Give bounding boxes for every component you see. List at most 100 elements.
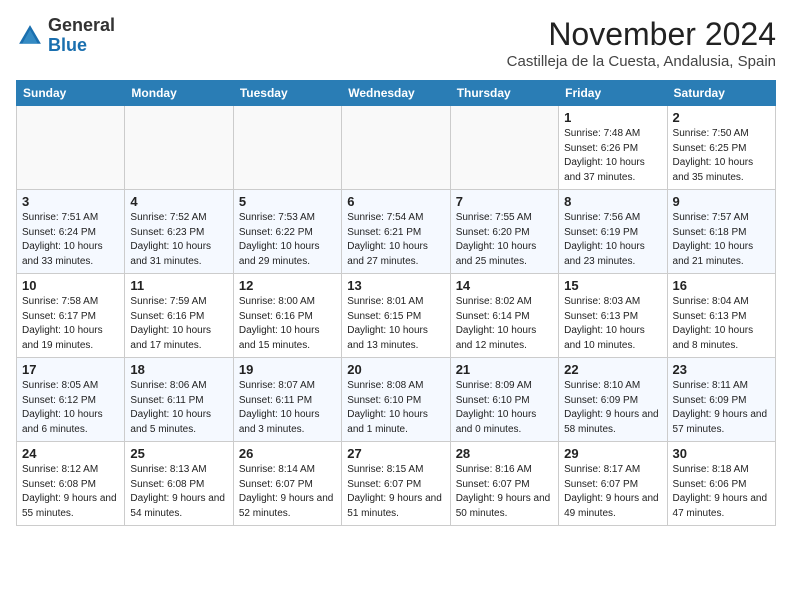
day-info: Sunrise: 8:01 AMSunset: 6:15 PMDaylight:… — [347, 295, 444, 353]
calendar-cell: 2 Sunrise: 7:50 AMSunset: 6:25 PMDaylight… — [667, 106, 775, 190]
day-info: Sunrise: 8:12 AMSunset: 6:08 PMDaylight:… — [22, 463, 119, 521]
day-info: Sunrise: 8:07 AMSunset: 6:11 PMDaylight:… — [239, 379, 336, 437]
day-info: Sunrise: 7:52 AMSunset: 6:23 PMDaylight:… — [130, 211, 227, 269]
day-info: Sunrise: 8:03 AMSunset: 6:13 PMDaylight:… — [564, 295, 661, 353]
calendar-cell: 30 Sunrise: 8:18 AMSunset: 6:06 PMDayligh… — [667, 442, 775, 526]
day-number: 11 — [130, 278, 227, 293]
day-number: 1 — [564, 110, 661, 125]
weekday-header-friday: Friday — [559, 81, 667, 106]
day-number: 17 — [22, 362, 119, 377]
day-number: 4 — [130, 194, 227, 209]
weekday-header-thursday: Thursday — [450, 81, 558, 106]
calendar-week-4: 17 Sunrise: 8:05 AMSunset: 6:12 PMDayligh… — [17, 358, 776, 442]
day-number: 12 — [239, 278, 336, 293]
calendar-week-2: 3 Sunrise: 7:51 AMSunset: 6:24 PMDaylight… — [17, 190, 776, 274]
calendar-cell: 4 Sunrise: 7:52 AMSunset: 6:23 PMDaylight… — [125, 190, 233, 274]
calendar-cell: 29 Sunrise: 8:17 AMSunset: 6:07 PMDayligh… — [559, 442, 667, 526]
weekday-header-monday: Monday — [125, 81, 233, 106]
day-info: Sunrise: 8:14 AMSunset: 6:07 PMDaylight:… — [239, 463, 336, 521]
day-number: 3 — [22, 194, 119, 209]
day-info: Sunrise: 7:53 AMSunset: 6:22 PMDaylight:… — [239, 211, 336, 269]
weekday-header-wednesday: Wednesday — [342, 81, 450, 106]
day-number: 2 — [673, 110, 770, 125]
calendar-cell: 11Sunrise: 7:59 AMSunset: 6:16 PMDayligh… — [125, 274, 233, 358]
day-info: Sunrise: 8:04 AMSunset: 6:13 PMDaylight:… — [673, 295, 770, 353]
calendar-cell: 6Sunrise: 7:54 AMSunset: 6:21 PMDaylight… — [342, 190, 450, 274]
day-number: 13 — [347, 278, 444, 293]
calendar-cell: 5Sunrise: 7:53 AMSunset: 6:22 PMDaylight… — [233, 190, 341, 274]
calendar-cell: 24 Sunrise: 8:12 AMSunset: 6:08 PMDayligh… — [17, 442, 125, 526]
day-info: Sunrise: 7:54 AMSunset: 6:21 PMDaylight:… — [347, 211, 444, 269]
day-info: Sunrise: 8:15 AMSunset: 6:07 PMDaylight:… — [347, 463, 444, 521]
calendar-cell: 25Sunrise: 8:13 AMSunset: 6:08 PMDayligh… — [125, 442, 233, 526]
day-info: Sunrise: 8:05 AMSunset: 6:12 PMDaylight:… — [22, 379, 119, 437]
calendar-cell: 9 Sunrise: 7:57 AMSunset: 6:18 PMDaylight… — [667, 190, 775, 274]
calendar-cell: 7 Sunrise: 7:55 AMSunset: 6:20 PMDaylight… — [450, 190, 558, 274]
day-number: 26 — [239, 446, 336, 461]
calendar-cell — [450, 106, 558, 190]
day-number: 29 — [564, 446, 661, 461]
day-number: 8 — [564, 194, 661, 209]
day-info: Sunrise: 8:10 AMSunset: 6:09 PMDaylight:… — [564, 379, 661, 437]
calendar-cell — [342, 106, 450, 190]
day-number: 23 — [673, 362, 770, 377]
day-number: 24 — [22, 446, 119, 461]
location-subtitle: Castilleja de la Cuesta, Andalusia, Spai… — [507, 53, 776, 70]
day-info: Sunrise: 7:50 AMSunset: 6:25 PMDaylight:… — [673, 127, 770, 185]
day-info: Sunrise: 7:55 AMSunset: 6:20 PMDaylight:… — [456, 211, 553, 269]
day-info: Sunrise: 7:58 AMSunset: 6:17 PMDaylight:… — [22, 295, 119, 353]
logo-icon — [16, 22, 44, 50]
calendar-cell: 3 Sunrise: 7:51 AMSunset: 6:24 PMDaylight… — [17, 190, 125, 274]
calendar-week-1: 1 Sunrise: 7:48 AMSunset: 6:26 PMDaylight… — [17, 106, 776, 190]
calendar-cell: 8Sunrise: 7:56 AMSunset: 6:19 PMDaylight… — [559, 190, 667, 274]
day-info: Sunrise: 7:48 AMSunset: 6:26 PMDaylight:… — [564, 127, 661, 185]
calendar-cell — [125, 106, 233, 190]
calendar-cell: 1 Sunrise: 7:48 AMSunset: 6:26 PMDaylight… — [559, 106, 667, 190]
day-number: 30 — [673, 446, 770, 461]
logo-general-text: General — [48, 15, 115, 35]
calendar-cell: 19Sunrise: 8:07 AMSunset: 6:11 PMDayligh… — [233, 358, 341, 442]
calendar-cell: 18Sunrise: 8:06 AMSunset: 6:11 PMDayligh… — [125, 358, 233, 442]
calendar-cell: 27 Sunrise: 8:15 AMSunset: 6:07 PMDayligh… — [342, 442, 450, 526]
day-info: Sunrise: 8:11 AMSunset: 6:09 PMDaylight:… — [673, 379, 770, 437]
day-number: 9 — [673, 194, 770, 209]
day-info: Sunrise: 8:16 AMSunset: 6:07 PMDaylight:… — [456, 463, 553, 521]
calendar-cell: 23 Sunrise: 8:11 AMSunset: 6:09 PMDayligh… — [667, 358, 775, 442]
calendar-cell: 12 Sunrise: 8:00 AMSunset: 6:16 PMDayligh… — [233, 274, 341, 358]
page-header: General Blue November 2024 Castilleja de… — [16, 16, 776, 70]
weekday-header-sunday: Sunday — [17, 81, 125, 106]
day-number: 27 — [347, 446, 444, 461]
day-number: 21 — [456, 362, 553, 377]
calendar-cell: 15 Sunrise: 8:03 AMSunset: 6:13 PMDayligh… — [559, 274, 667, 358]
calendar-cell: 28 Sunrise: 8:16 AMSunset: 6:07 PMDayligh… — [450, 442, 558, 526]
calendar-cell — [17, 106, 125, 190]
calendar-cell: 13 Sunrise: 8:01 AMSunset: 6:15 PMDayligh… — [342, 274, 450, 358]
calendar-cell: 26 Sunrise: 8:14 AMSunset: 6:07 PMDayligh… — [233, 442, 341, 526]
day-number: 15 — [564, 278, 661, 293]
calendar-cell: 14 Sunrise: 8:02 AMSunset: 6:14 PMDayligh… — [450, 274, 558, 358]
calendar-cell — [233, 106, 341, 190]
logo: General Blue — [16, 16, 115, 56]
calendar-cell: 22Sunrise: 8:10 AMSunset: 6:09 PMDayligh… — [559, 358, 667, 442]
day-info: Sunrise: 8:18 AMSunset: 6:06 PMDaylight:… — [673, 463, 770, 521]
day-number: 25 — [130, 446, 227, 461]
calendar-cell: 21Sunrise: 8:09 AMSunset: 6:10 PMDayligh… — [450, 358, 558, 442]
calendar-table: SundayMondayTuesdayWednesdayThursdayFrid… — [16, 80, 776, 526]
logo-blue-text: Blue — [48, 35, 87, 55]
day-info: Sunrise: 8:02 AMSunset: 6:14 PMDaylight:… — [456, 295, 553, 353]
weekday-header-saturday: Saturday — [667, 81, 775, 106]
day-info: Sunrise: 8:08 AMSunset: 6:10 PMDaylight:… — [347, 379, 444, 437]
calendar-cell: 20 Sunrise: 8:08 AMSunset: 6:10 PMDayligh… — [342, 358, 450, 442]
day-number: 16 — [673, 278, 770, 293]
day-number: 7 — [456, 194, 553, 209]
day-number: 20 — [347, 362, 444, 377]
day-info: Sunrise: 8:00 AMSunset: 6:16 PMDaylight:… — [239, 295, 336, 353]
title-area: November 2024 Castilleja de la Cuesta, A… — [507, 16, 776, 70]
day-info: Sunrise: 7:57 AMSunset: 6:18 PMDaylight:… — [673, 211, 770, 269]
day-number: 14 — [456, 278, 553, 293]
calendar-cell: 10 Sunrise: 7:58 AMSunset: 6:17 PMDayligh… — [17, 274, 125, 358]
day-number: 28 — [456, 446, 553, 461]
day-info: Sunrise: 7:51 AMSunset: 6:24 PMDaylight:… — [22, 211, 119, 269]
day-info: Sunrise: 8:17 AMSunset: 6:07 PMDaylight:… — [564, 463, 661, 521]
day-number: 10 — [22, 278, 119, 293]
